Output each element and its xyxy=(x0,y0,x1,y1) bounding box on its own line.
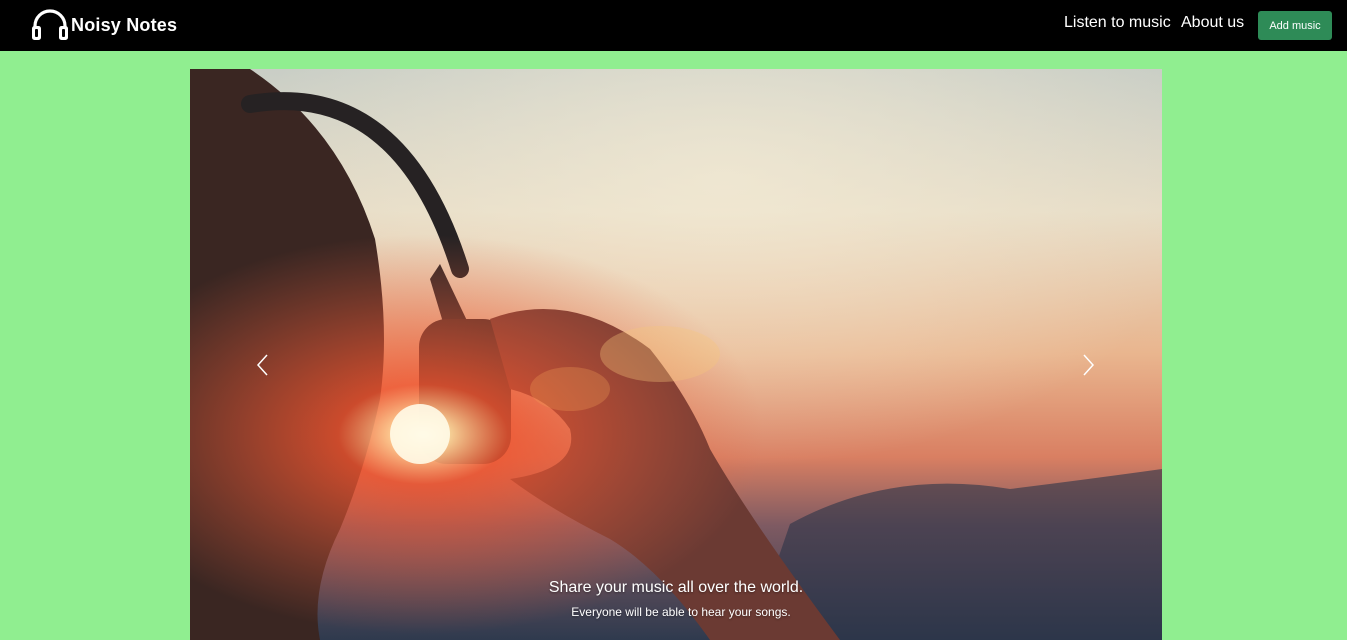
hero-carousel: Share your music all over the world. Eve… xyxy=(190,69,1162,640)
brand-link[interactable]: Noisy Notes xyxy=(31,9,177,41)
carousel-prev-button[interactable] xyxy=(242,345,282,385)
carousel-caption-title: Share your music all over the world. xyxy=(548,579,804,596)
carousel-next-button[interactable] xyxy=(1069,345,1109,385)
nav-listen-to-music[interactable]: Listen to music xyxy=(1064,14,1171,32)
headphones-icon xyxy=(32,9,68,40)
carousel-slide-image xyxy=(190,69,1162,640)
nav-about-us[interactable]: About us xyxy=(1181,14,1244,32)
chevron-right-icon xyxy=(1083,354,1095,376)
brand-name: Noisy Notes xyxy=(71,14,178,35)
carousel-caption-text: Everyone will be able to hear your songs… xyxy=(571,605,791,619)
add-music-button[interactable]: Add music xyxy=(1258,11,1332,40)
navbar: Noisy Notes Listen to music About us Add… xyxy=(0,0,1347,51)
chevron-left-icon xyxy=(256,354,268,376)
